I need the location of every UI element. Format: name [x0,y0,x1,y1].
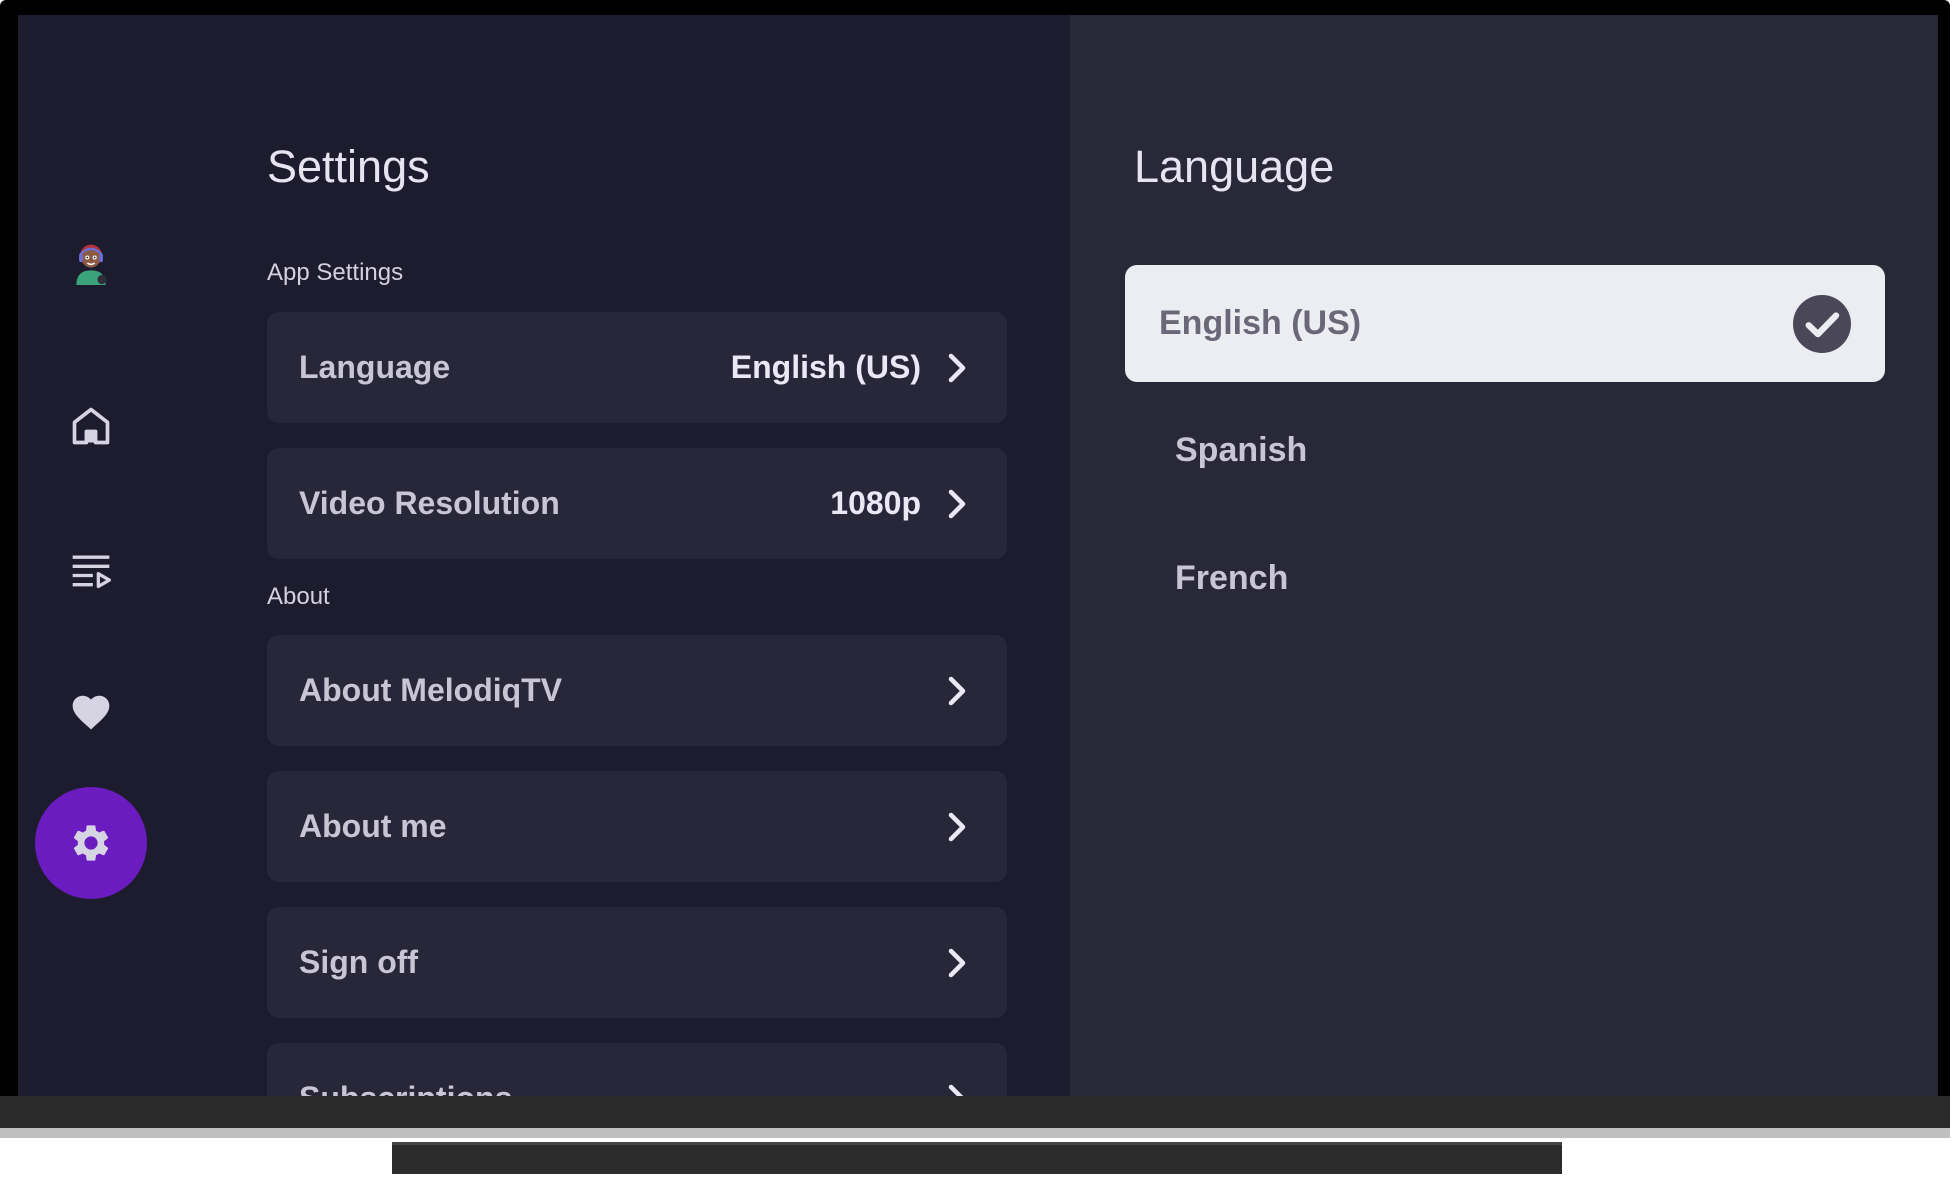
tv-bezel-shade [0,1128,1950,1138]
settings-panel: Settings App Settings Language English (… [18,15,1070,1096]
chevron-right-icon [948,948,966,977]
setting-value: English (US) [730,349,921,385]
language-option-label: English (US) [1159,304,1362,342]
setting-value: 1080p [830,485,921,521]
setting-row-video-resolution[interactable]: Video Resolution 1080p [267,448,1007,559]
language-option-spanish[interactable]: Spanish [1125,392,1885,509]
language-panel: Language English (US) Spanish French [1070,15,1938,1096]
language-option-english[interactable]: English (US) [1125,265,1885,382]
checkmark-icon [1793,294,1851,353]
setting-label: Language [299,349,451,385]
setting-row-sign-off[interactable]: Sign off [267,907,1007,1018]
chevron-right-icon [948,353,966,382]
chevron-right-icon [948,812,966,841]
chevron-right-icon [948,676,966,705]
section-label-about: About [267,583,330,610]
language-option-french[interactable]: French [1125,520,1885,637]
section-label-app-settings: App Settings [267,259,404,286]
setting-label: Subscriptions [299,1080,939,1096]
setting-label: Video Resolution [299,485,560,521]
language-panel-title: Language [1134,141,1335,192]
setting-label: Sign off [299,944,419,980]
tv-screen: Settings App Settings Language English (… [18,15,1938,1096]
setting-row-subscriptions[interactable]: Subscriptions [267,1043,1007,1096]
setting-label: About MelodiqTV [299,672,563,708]
chevron-right-icon [948,1084,964,1096]
setting-label: About me [299,808,447,844]
tv-stand [392,1142,1562,1174]
setting-row-about-me[interactable]: About me [267,771,1007,882]
setting-row-language[interactable]: Language English (US) [267,312,1007,423]
setting-row-about-app[interactable]: About MelodiqTV [267,635,1007,746]
language-option-label: Spanish [1175,431,1308,469]
language-option-label: French [1175,559,1289,597]
chevron-right-icon [948,489,966,518]
page-title: Settings [267,141,430,192]
